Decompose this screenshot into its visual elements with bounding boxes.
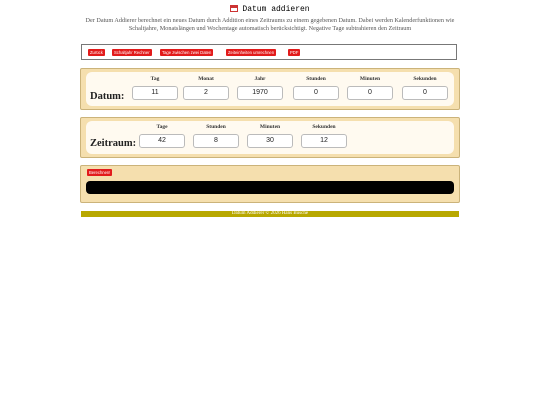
zeitraum-head-sekunden: Sekunden (312, 124, 336, 130)
datum-minuten-input[interactable]: 0 (347, 86, 393, 100)
datum-sekunden-input[interactable]: 0 (402, 86, 448, 100)
datum-inner: Datum: Tag Monat Jahr Stunden Minuten Se… (86, 72, 454, 106)
zeitraum-inner: Zeitraum: Tage Stunden Minuten Sekunden … (86, 121, 454, 154)
zeitraum-stunden-input[interactable]: 8 (193, 134, 239, 148)
zeitraum-label: Zeitraum: (90, 138, 137, 149)
zeitraum-minuten-input[interactable]: 30 (247, 134, 293, 148)
datum-head-stunden: Stunden (306, 76, 326, 82)
leapyear-button[interactable]: Schaltjahr Rechner (112, 49, 152, 56)
datum-label: Datum: (90, 91, 125, 102)
calendar-icon (230, 5, 239, 12)
datum-head-minuten: Minuten (359, 76, 381, 82)
pdf-button[interactable]: PDF (288, 49, 301, 56)
intro-text: Der Datum Addierer berechnet ein neues D… (85, 17, 455, 32)
calculate-button[interactable]: Berechnen! (87, 169, 113, 176)
page-title-text: Datum addieren (242, 5, 310, 14)
datum-tag-input[interactable]: 11 (132, 86, 178, 100)
time-units-button[interactable]: Zeiteinheiten umrechnen (226, 49, 277, 56)
back-button[interactable]: Zurück (88, 49, 105, 56)
zeitraum-head-minuten: Minuten (259, 124, 281, 130)
datum-head-sekunden: Sekunden (413, 76, 437, 82)
datum-jahr-input[interactable]: 1970 (237, 86, 283, 100)
zeitraum-head-stunden: Stunden (206, 124, 226, 130)
result-panel: Berechnen! (80, 165, 460, 203)
datum-head-jahr: Jahr (254, 76, 266, 82)
footer: Datum Addierer © 2026 Hans Busche (81, 211, 459, 217)
datum-monat-input[interactable]: 2 (183, 86, 229, 100)
zeitraum-tage-input[interactable]: 42 (139, 134, 185, 148)
page-title: Datum addieren (0, 5, 540, 14)
zeitraum-panel: Zeitraum: Tage Stunden Minuten Sekunden … (80, 117, 460, 158)
zeitraum-head-tage: Tage (156, 124, 168, 130)
days-between-button[interactable]: Tage zwischen zwei Daten (160, 49, 214, 56)
toolbar: Zurück Schaltjahr Rechner Tage zwischen … (81, 44, 457, 60)
datum-head-monat: Monat (198, 76, 214, 82)
result-output (86, 181, 454, 194)
zeitraum-sekunden-input[interactable]: 12 (301, 134, 347, 148)
datum-head-tag: Tag (150, 76, 160, 82)
datum-stunden-input[interactable]: 0 (293, 86, 339, 100)
datum-panel: Datum: Tag Monat Jahr Stunden Minuten Se… (80, 68, 460, 110)
